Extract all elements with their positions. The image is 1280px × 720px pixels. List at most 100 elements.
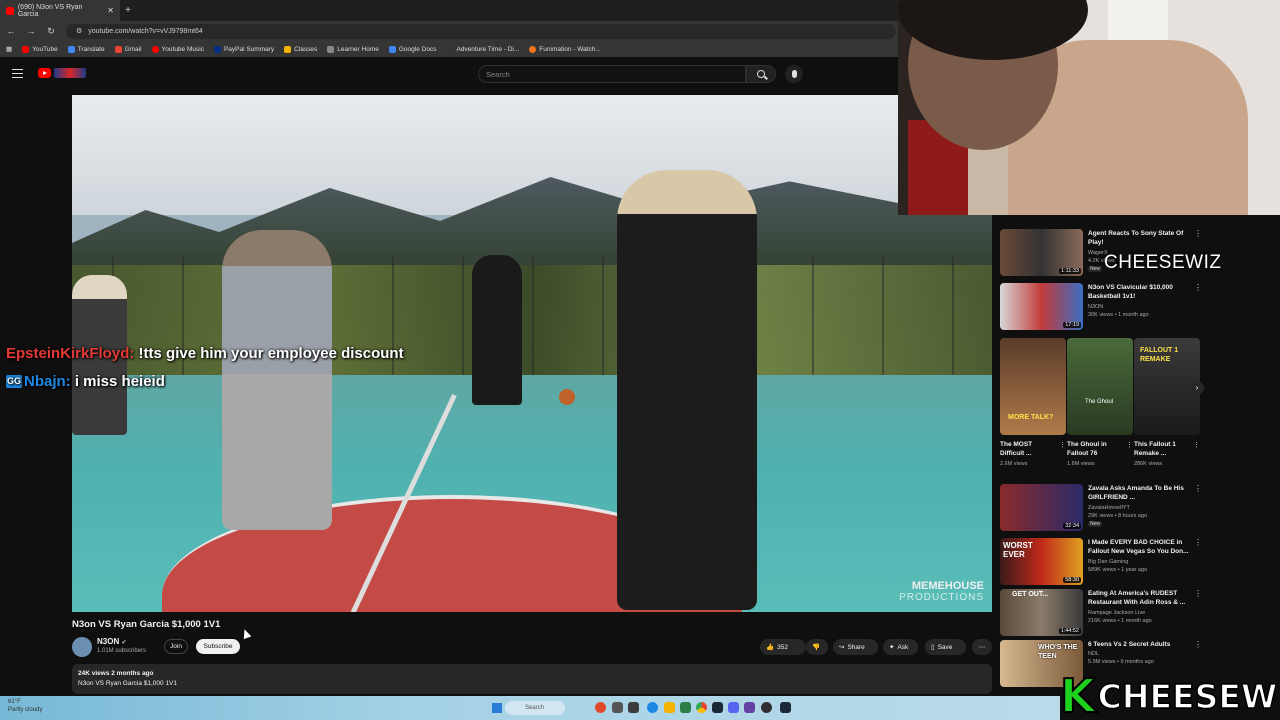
short-title[interactable]: The Ghoul in Fallout 76 <box>1067 440 1123 458</box>
bookmark-item[interactable]: YouTube <box>22 45 58 53</box>
new-tab-icon[interactable]: + <box>120 5 136 16</box>
short-item[interactable]: The Ghoul The Ghoul in Fallout 76 1.6M v… <box>1067 338 1133 467</box>
app-icon[interactable] <box>744 702 755 713</box>
more-options-icon[interactable]: ⋮ <box>1194 589 1202 598</box>
video-thumbnail[interactable]: WORST EVER 58:30 <box>1000 538 1083 585</box>
obs-icon[interactable] <box>761 702 772 713</box>
weather-widget[interactable]: 61°F Partly cloudy <box>8 698 42 714</box>
channel-name[interactable]: Rampage Jackson Live <box>1088 610 1145 616</box>
video-thumbnail[interactable]: 17:19 <box>1000 283 1083 330</box>
save-button[interactable]: ▯ Save <box>925 639 966 655</box>
bookmark-item[interactable]: Youtube Music <box>151 45 204 53</box>
share-button[interactable]: ↪ Share <box>833 639 878 655</box>
bookmark-item[interactable]: Classes <box>284 45 317 53</box>
streamer-logo: K CHEESEW1Z <box>1059 672 1280 720</box>
ask-button[interactable]: ✦ Ask <box>883 639 918 655</box>
more-options-icon[interactable]: ⋮ <box>1194 229 1202 238</box>
folder-icon[interactable] <box>664 702 675 713</box>
recommendation-partial[interactable] <box>1000 215 1205 217</box>
bookmark-item[interactable]: Adventure Time - Di... <box>446 45 519 53</box>
recommendation-item[interactable]: WORST EVER 58:30 I Made EVERY BAD CHOICE… <box>1000 538 1205 588</box>
bookmark-apps-icon[interactable]: ▦ <box>6 45 12 53</box>
forward-icon[interactable]: → <box>26 26 36 36</box>
like-button[interactable]: 👍 352 <box>760 639 806 655</box>
short-title[interactable]: The MOST Difficult ... <box>1000 440 1056 458</box>
channel-avatar[interactable] <box>72 637 92 657</box>
channel-name[interactable]: N3ON <box>1088 304 1103 310</box>
video-meta: 216K views • 1 month ago <box>1088 618 1152 624</box>
site-info-icon[interactable]: ⚙ <box>76 27 82 35</box>
short-thumb-text: The Ghoul <box>1085 399 1114 405</box>
bookmark-item[interactable]: Google Docs <box>388 45 436 53</box>
discord-icon[interactable] <box>728 702 739 713</box>
video-title[interactable]: N3on VS Clavicular $10,000 Basketball 1v… <box>1088 283 1198 301</box>
back-icon[interactable]: ← <box>6 26 16 36</box>
search-button[interactable] <box>746 65 776 83</box>
voice-search-button[interactable] <box>785 65 803 83</box>
steam-icon[interactable] <box>712 702 723 713</box>
search-input[interactable]: Search <box>478 65 746 83</box>
edge-icon[interactable] <box>647 702 658 713</box>
video-title[interactable]: I Made EVERY BAD CHOICE in Fallout New V… <box>1088 538 1198 556</box>
more-options-icon[interactable]: ⋮ <box>1059 441 1066 449</box>
description-box[interactable]: 24K views 2 months ago N3on VS Ryan Garc… <box>72 664 992 694</box>
youtube-logo-doodle[interactable] <box>54 68 86 78</box>
task-view-icon[interactable] <box>612 702 623 713</box>
short-item[interactable]: MORE TALK? The MOST Difficult ... 2.6M v… <box>1000 338 1066 467</box>
recommendation-item[interactable]: 17:19 N3on VS Clavicular $10,000 Basketb… <box>1000 283 1205 333</box>
video-thumbnail[interactable]: 32:34 <box>1000 484 1083 531</box>
more-options-icon[interactable]: ⋮ <box>1194 538 1202 547</box>
channel-name[interactable]: N3ON ✔ <box>97 637 127 646</box>
ask-label: Ask <box>897 643 909 651</box>
taskbar-search[interactable]: Search <box>505 701 565 715</box>
app-icon[interactable] <box>595 702 606 713</box>
video-meta: 30K views • 1 month ago <box>1088 312 1149 318</box>
windows-start-icon[interactable] <box>492 703 502 713</box>
share-label: Share <box>847 643 865 651</box>
more-actions-button[interactable]: ⋯ <box>972 639 992 655</box>
close-tab-icon[interactable]: ✕ <box>107 6 114 15</box>
address-bar[interactable]: ⚙ youtube.com/watch?v=vVJ9798mt64 <box>66 23 896 39</box>
browser-tab-active[interactable]: (690) N3on VS Ryan Garcia ✕ <box>0 0 120 21</box>
gmail-icon <box>114 45 122 53</box>
reload-icon[interactable]: ↻ <box>46 26 56 37</box>
tab-title: (690) N3on VS Ryan Garcia <box>17 3 83 18</box>
bookmark-item[interactable]: PayPal Summary <box>213 45 274 53</box>
recommendation-item[interactable]: 32:34 Zavala Asks Amanda To Be His GIRLF… <box>1000 484 1205 534</box>
steam-icon[interactable] <box>780 702 791 713</box>
join-button[interactable]: Join <box>164 639 188 654</box>
app-icon[interactable] <box>680 702 691 713</box>
taskbar-search-text: Search <box>525 705 545 711</box>
menu-icon[interactable] <box>12 69 23 78</box>
more-options-icon[interactable]: ⋮ <box>1194 484 1202 493</box>
dislike-button[interactable]: 👎 <box>806 639 828 655</box>
bookmark-item[interactable]: Gmail <box>114 45 142 53</box>
chrome-icon[interactable] <box>696 702 707 713</box>
short-title[interactable]: This Fallout 1 Remake ... <box>1134 440 1190 458</box>
bookmark-item[interactable]: Funimation - Watch... <box>529 45 601 53</box>
more-options-icon[interactable]: ⋮ <box>1194 283 1202 292</box>
short-item[interactable]: FALLOUT 1 REMAKE This Fallout 1 Remake .… <box>1134 338 1200 467</box>
bookmark-item[interactable]: Translate <box>67 45 105 53</box>
video-meta: 29K views • 8 hours ago <box>1088 513 1148 519</box>
more-options-icon[interactable]: ⋮ <box>1194 640 1202 649</box>
video-title[interactable]: Agent Reacts To Sony State Of Play! <box>1088 229 1198 247</box>
more-options-icon[interactable]: ⋮ <box>1126 441 1133 449</box>
more-options-icon[interactable]: ⋮ <box>1193 441 1200 449</box>
video-title[interactable]: 6 Teens Vs 2 Secret Adults <box>1088 640 1198 649</box>
youtube-logo-icon[interactable] <box>38 68 51 78</box>
short-thumbnail[interactable]: The Ghoul <box>1067 338 1133 435</box>
bookmark-item[interactable]: Learner Home <box>327 45 379 53</box>
video-title[interactable]: Eating At America's RUDEST Restaurant Wi… <box>1088 589 1198 607</box>
channel-name[interactable]: Big Dan Gaming <box>1088 559 1128 565</box>
subscribe-button[interactable]: Subscribe <box>196 639 240 654</box>
file-explorer-icon[interactable] <box>628 702 639 713</box>
short-thumbnail[interactable]: MORE TALK? <box>1000 338 1066 435</box>
video-thumbnail[interactable]: 1:11:33 <box>1000 229 1083 276</box>
recommendation-item[interactable]: GET OUT... 1:44:52 Eating At America's R… <box>1000 589 1205 639</box>
shelf-next-button[interactable]: › <box>1190 381 1204 395</box>
channel-name[interactable]: ZavalaHimselfYT <box>1088 505 1130 511</box>
video-title[interactable]: Zavala Asks Amanda To Be His GIRLFRIEND … <box>1088 484 1198 502</box>
video-thumbnail[interactable]: GET OUT... 1:44:52 <box>1000 589 1083 636</box>
channel-name[interactable]: NDL <box>1088 651 1099 657</box>
